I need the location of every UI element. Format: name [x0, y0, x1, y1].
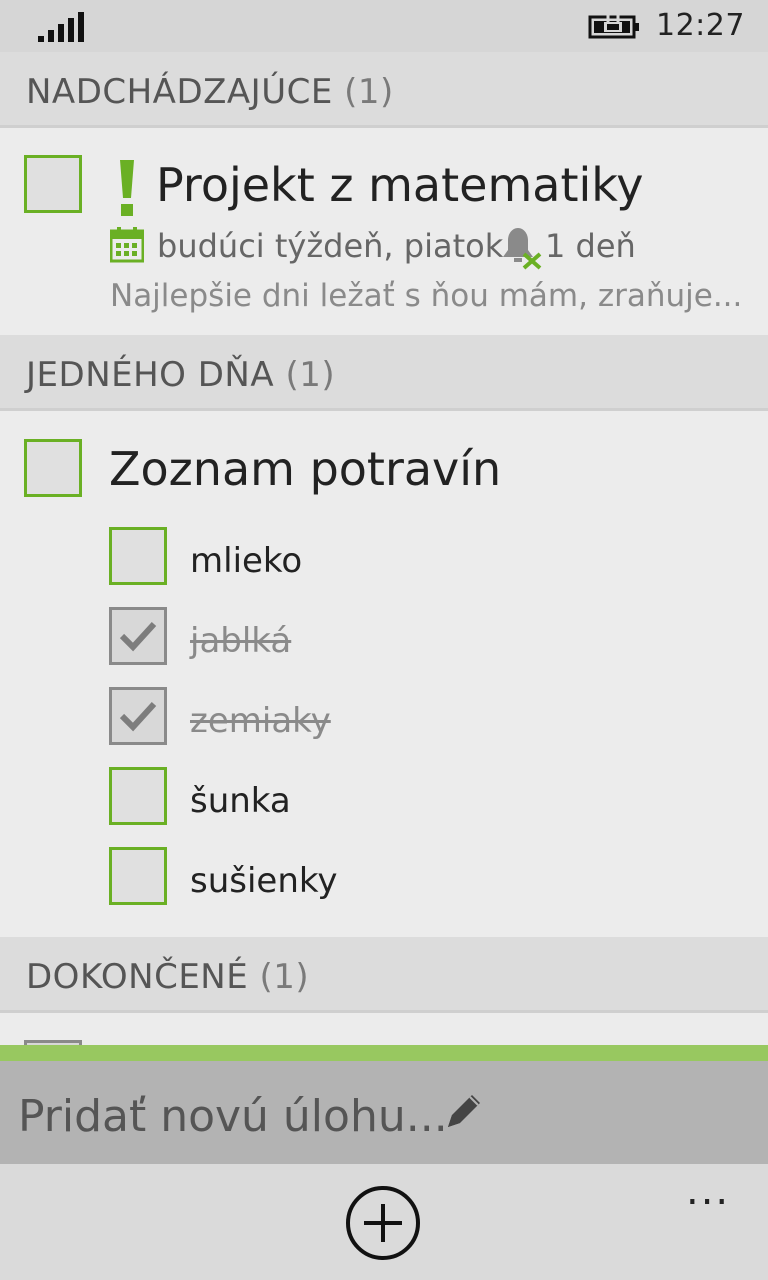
checkmark-icon: [119, 621, 157, 652]
section-header-completed[interactable]: DOKONČENÉ (1): [0, 937, 768, 1013]
section-count: (1): [259, 957, 310, 997]
calendar-icon: [110, 227, 144, 263]
section-header-upcoming[interactable]: NADCHÁDZAJÚCE (1): [0, 52, 768, 128]
due-date: budúci týždeň, piatok: [157, 227, 504, 265]
clock: 12:27: [656, 8, 745, 43]
task-title[interactable]: Projekt z matematiky: [156, 158, 644, 212]
more-options-button[interactable]: ...: [686, 1168, 730, 1214]
task-checkbox[interactable]: [24, 439, 82, 497]
subtask-label[interactable]: sušienky: [190, 861, 338, 901]
reminder: 1 deň: [545, 227, 636, 265]
section-title: NADCHÁDZAJÚCE: [26, 72, 333, 112]
subtask-checkbox-sunka[interactable]: [109, 767, 167, 825]
checkmark-icon: [119, 701, 157, 732]
add-button[interactable]: [344, 1184, 422, 1262]
add-task-input[interactable]: Pridať novú úlohu...: [18, 1091, 448, 1142]
reminder-bell-icon: [503, 228, 542, 270]
task-checkbox[interactable]: [24, 155, 82, 213]
section-count: (1): [285, 355, 336, 395]
subtask-checkbox-jablka[interactable]: [109, 607, 167, 665]
section-header-someday[interactable]: JEDNÉHO DŇA (1): [0, 335, 768, 411]
pencil-icon[interactable]: [440, 1089, 486, 1135]
section-title: JEDNÉHO DŇA: [26, 355, 275, 395]
task-note: Najlepšie dni ležať s ňou mám, zraňuje..…: [110, 278, 743, 314]
subtask-label[interactable]: mlieko: [190, 541, 302, 581]
subtask-checkbox-zemiaky[interactable]: [109, 687, 167, 745]
section-title: DOKONČENÉ: [26, 957, 249, 997]
battery-charging-icon: [588, 14, 639, 39]
subtask-label[interactable]: zemiaky: [190, 701, 331, 741]
subtask-checkbox-mlieko[interactable]: [109, 527, 167, 585]
add-task-bar[interactable]: Pridať novú úlohu...: [0, 1061, 768, 1164]
subtask-checkbox-susienky[interactable]: [109, 847, 167, 905]
accent-divider: [0, 1045, 768, 1061]
section-count: (1): [344, 72, 394, 112]
subtask-label[interactable]: jablká: [190, 621, 291, 661]
status-bar: 12:27: [0, 0, 768, 52]
signal-icon: [38, 12, 84, 42]
task-title[interactable]: Zoznam potravín: [109, 442, 501, 496]
priority-icon: [120, 160, 134, 216]
app-bar: ...: [0, 1164, 768, 1280]
subtask-label[interactable]: šunka: [190, 781, 291, 821]
